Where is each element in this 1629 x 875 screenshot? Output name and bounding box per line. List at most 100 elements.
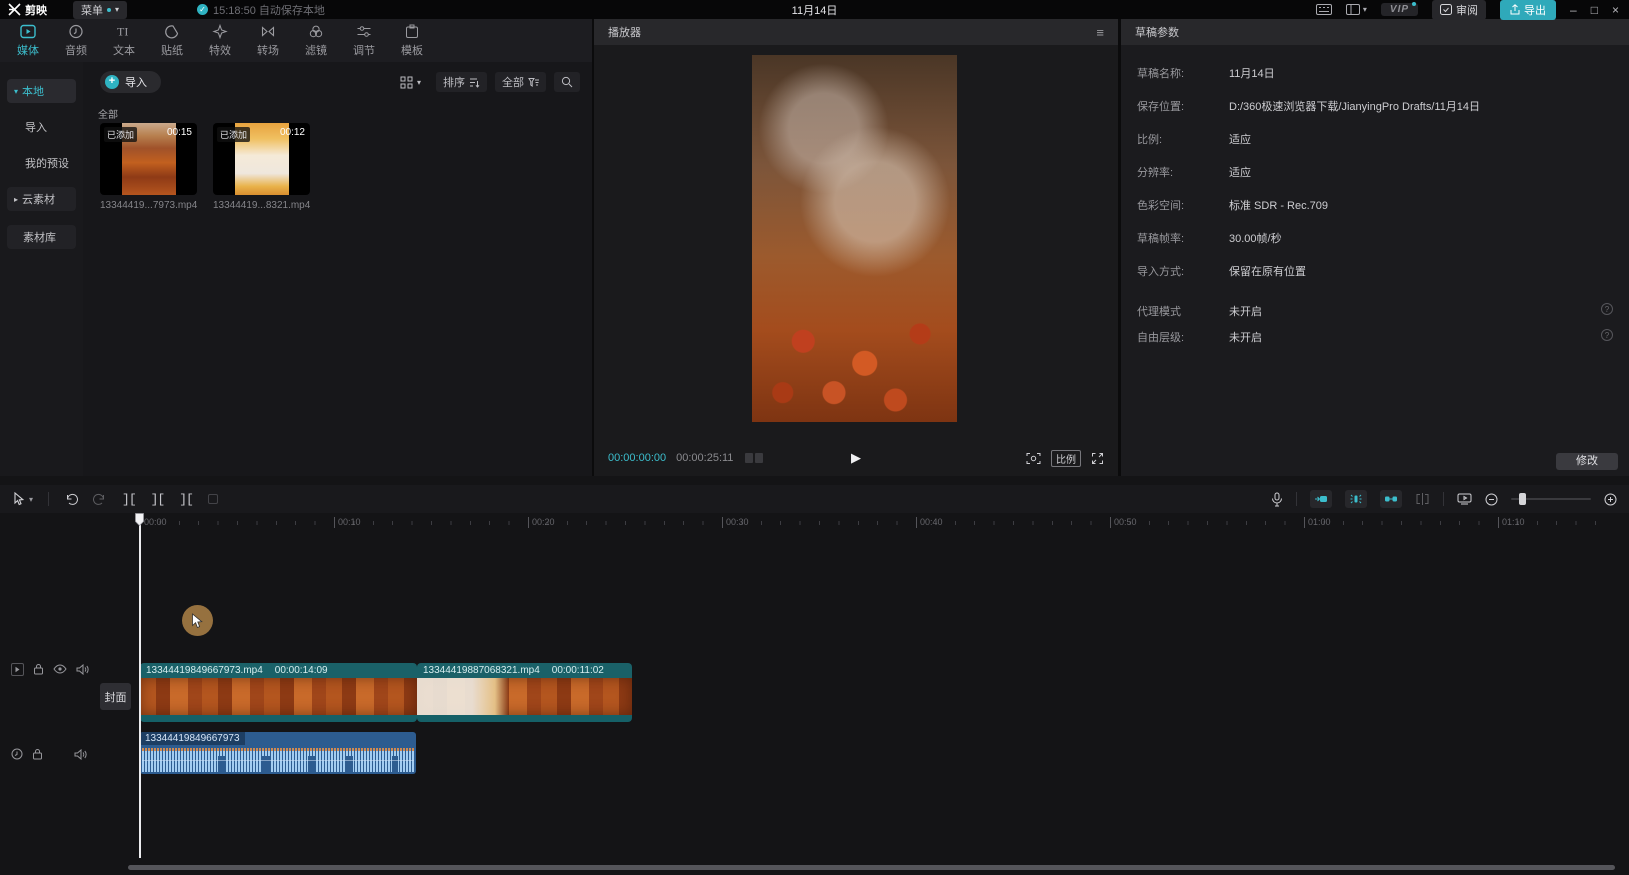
redo-icon[interactable] bbox=[93, 493, 107, 506]
audio-track-icon[interactable] bbox=[11, 748, 23, 760]
section-label: 全部 bbox=[98, 106, 118, 121]
tab-adjust[interactable]: 调节 bbox=[340, 19, 388, 62]
speaker-icon[interactable] bbox=[76, 664, 89, 675]
sidebar-item-library[interactable]: 素材库 bbox=[7, 225, 76, 249]
render-preview-icon[interactable] bbox=[1457, 493, 1472, 505]
adjust-icon bbox=[356, 24, 372, 39]
clip-duration: 00:00:14:09 bbox=[275, 665, 328, 676]
snap-icon bbox=[1349, 493, 1363, 505]
timeline-video-clip-2[interactable]: 13344419887068321.mp4 00:00:11:02 bbox=[417, 663, 632, 722]
transition-icon bbox=[260, 24, 276, 39]
timeline-zoom-slider[interactable] bbox=[1511, 498, 1591, 500]
sidebar-item-cloud[interactable]: ▸ 云素材 bbox=[7, 187, 76, 211]
lock-icon[interactable] bbox=[33, 663, 44, 675]
total-timecode: 00:00:25:11 bbox=[676, 452, 733, 464]
split-icon[interactable]: ][ bbox=[122, 492, 136, 507]
tab-audio[interactable]: 音频 bbox=[52, 19, 100, 62]
params-title: 草稿参数 bbox=[1135, 24, 1179, 40]
select-tool-button[interactable]: ▾ bbox=[12, 492, 33, 506]
speaker-icon[interactable] bbox=[74, 749, 87, 760]
sidebar-item-presets[interactable]: 我的预设 bbox=[7, 151, 76, 175]
param-value: D:/360极速浏览器下载/JianyingPro Drafts/11月14日 bbox=[1229, 98, 1480, 114]
auto-snap-button[interactable] bbox=[1345, 490, 1367, 508]
param-row-proxy: 代理模式 未开启 ? bbox=[1137, 303, 1613, 319]
timeline-audio-clip[interactable]: 13344419849667973 bbox=[140, 732, 416, 774]
player-menu-icon[interactable]: ≡ bbox=[1096, 25, 1104, 40]
export-button[interactable]: 导出 bbox=[1500, 0, 1556, 20]
ruler-mark: 00:20 bbox=[528, 517, 555, 528]
view-mode-button[interactable]: ▾ bbox=[393, 72, 428, 92]
zoom-slider-handle[interactable] bbox=[1519, 493, 1526, 505]
tab-media[interactable]: 媒体 bbox=[4, 19, 52, 62]
delete-icon[interactable] bbox=[208, 494, 218, 504]
timeline-ruler[interactable]: 00:00 00:10 00:20 00:30 00:40 00:50 01:0… bbox=[0, 514, 1629, 530]
ruler-mark: 00:10 bbox=[334, 517, 361, 528]
menu-button[interactable]: 菜单 ▾ bbox=[73, 1, 127, 19]
tab-filters[interactable]: 滤镜 bbox=[292, 19, 340, 62]
video-track-icon[interactable] bbox=[11, 663, 24, 676]
media-card[interactable]: 已添加 00:12 13344419...8321.mp4 bbox=[213, 123, 310, 211]
undo-icon[interactable] bbox=[64, 493, 78, 506]
eye-icon[interactable] bbox=[53, 664, 67, 674]
video-thumbnail[interactable]: 已添加 00:15 bbox=[100, 123, 197, 195]
vip-badge[interactable]: VIP bbox=[1381, 3, 1418, 16]
tab-label: 贴纸 bbox=[161, 42, 183, 58]
sidebar-item-import[interactable]: 导入 bbox=[7, 115, 76, 139]
play-button[interactable]: ▶ bbox=[851, 450, 861, 466]
ratio-button[interactable]: 比例 bbox=[1051, 450, 1081, 467]
frame-view-icon[interactable] bbox=[745, 453, 763, 463]
tab-sticker[interactable]: 贴纸 bbox=[148, 19, 196, 62]
tab-effects[interactable]: 特效 bbox=[196, 19, 244, 62]
waveform-gap bbox=[308, 756, 315, 772]
split-left-icon[interactable]: ][ bbox=[151, 492, 165, 507]
lock-icon[interactable] bbox=[32, 748, 43, 760]
search-button[interactable] bbox=[554, 72, 580, 92]
close-button[interactable]: × bbox=[1612, 3, 1619, 17]
playhead-handle[interactable] bbox=[134, 512, 145, 527]
import-button[interactable]: + 导入 bbox=[100, 71, 161, 93]
filter-button[interactable]: 全部 bbox=[495, 72, 546, 92]
param-value: 标准 SDR - Rec.709 bbox=[1229, 197, 1328, 213]
tab-label: 特效 bbox=[209, 42, 231, 58]
review-button[interactable]: 审阅 bbox=[1432, 0, 1486, 20]
sidebar-item-local[interactable]: ▾ 本地 bbox=[7, 79, 76, 103]
tab-text[interactable]: TI 文本 bbox=[100, 19, 148, 62]
playhead-line[interactable] bbox=[139, 515, 141, 858]
tab-label: 滤镜 bbox=[305, 42, 327, 58]
param-value: 未开启 bbox=[1229, 303, 1262, 319]
tab-transitions[interactable]: 转场 bbox=[244, 19, 292, 62]
video-thumbnail[interactable]: 已添加 00:12 bbox=[213, 123, 310, 195]
tab-templates[interactable]: 模板 bbox=[388, 19, 436, 62]
preview-axis-icon[interactable] bbox=[1415, 493, 1430, 505]
sort-label: 排序 bbox=[443, 74, 465, 90]
record-voiceover-icon[interactable] bbox=[1271, 492, 1283, 507]
autosave-status: ✓ 15:18:50 自动保存本地 bbox=[197, 2, 325, 18]
maximize-button[interactable]: □ bbox=[1591, 3, 1598, 17]
vip-dot bbox=[1412, 2, 1416, 6]
preview-quality-icon[interactable] bbox=[1026, 452, 1041, 465]
horizontal-scrollbar[interactable] bbox=[128, 865, 1615, 870]
cover-button[interactable]: 封面 bbox=[100, 683, 131, 710]
zoom-in-icon[interactable] bbox=[1604, 493, 1617, 506]
media-card[interactable]: 已添加 00:15 13344419...7973.mp4 bbox=[100, 123, 197, 211]
media-content: + 导入 ▾ 排序 全部 全部 已添加 0 bbox=[83, 62, 592, 476]
layout-switch-button[interactable]: ▾ bbox=[1346, 4, 1367, 15]
help-icon[interactable]: ? bbox=[1601, 303, 1613, 315]
zoom-out-icon[interactable] bbox=[1485, 493, 1498, 506]
split-right-icon[interactable]: ][ bbox=[179, 492, 193, 507]
tab-label: 媒体 bbox=[17, 42, 39, 58]
help-icon[interactable]: ? bbox=[1601, 329, 1613, 341]
main-track-magnet-button[interactable] bbox=[1310, 490, 1332, 508]
fullscreen-icon[interactable] bbox=[1091, 452, 1104, 465]
minimize-button[interactable]: – bbox=[1570, 3, 1577, 17]
linkage-button[interactable] bbox=[1380, 490, 1402, 508]
sort-button[interactable]: 排序 bbox=[436, 72, 487, 92]
shortcut-keyboard-icon[interactable] bbox=[1316, 4, 1332, 15]
timeline-video-clip-1[interactable]: 13344419849667973.mp4 00:00:14:09 bbox=[140, 663, 417, 722]
video-preview[interactable] bbox=[752, 55, 957, 422]
modify-button[interactable]: 修改 bbox=[1556, 453, 1618, 470]
text-icon: TI bbox=[116, 24, 132, 39]
video-track-controls bbox=[11, 662, 89, 676]
param-row-layers: 自由层级: 未开启 ? bbox=[1137, 329, 1613, 345]
clip-filename: 13344419...7973.mp4 bbox=[100, 200, 197, 211]
